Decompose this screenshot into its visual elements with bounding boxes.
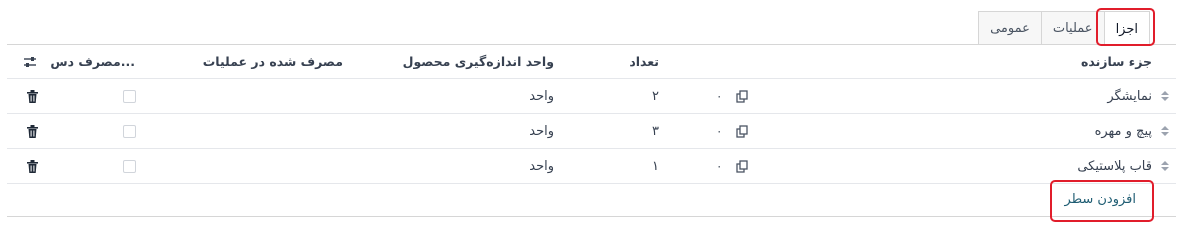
- header-consumed-in-operation[interactable]: مصرف شده در عملیات: [203, 45, 343, 78]
- row-quantity[interactable]: ۱: [652, 149, 659, 183]
- highlight-tab-box: [1096, 8, 1155, 46]
- copy-icon[interactable]: [736, 149, 750, 183]
- table-row[interactable]: قاب پلاستیکی ۰ ۱ واحد: [7, 149, 1176, 184]
- table-row[interactable]: نمایشگر ۰ ۲ واحد: [7, 79, 1176, 114]
- row-uom[interactable]: واحد: [529, 79, 554, 113]
- row-quantity[interactable]: ۲: [652, 79, 659, 113]
- drag-handle-icon[interactable]: [1160, 149, 1170, 183]
- manual-consumption-checkbox[interactable]: [123, 149, 136, 183]
- row-component[interactable]: قاب پلاستیکی: [1077, 149, 1152, 183]
- header-manual-consumption[interactable]: مصرف دس...: [50, 45, 135, 78]
- tab-label: عملیات: [1052, 21, 1093, 36]
- trash-icon[interactable]: [27, 79, 38, 113]
- sliders-icon[interactable]: [23, 45, 37, 78]
- trash-icon[interactable]: [27, 114, 38, 148]
- table-row[interactable]: پیچ و مهره ۰ ۳ واحد: [7, 114, 1176, 149]
- highlight-add-line-box: [1050, 180, 1154, 222]
- row-uom[interactable]: واحد: [529, 149, 554, 183]
- drag-handle-icon[interactable]: [1160, 79, 1170, 113]
- table-header: جزء سازنده تعداد واحد اندازه‌گیری محصول …: [7, 45, 1176, 79]
- tab-general[interactable]: عمومی: [978, 11, 1042, 45]
- row-quantity[interactable]: ۳: [652, 114, 659, 148]
- row-component[interactable]: نمایشگر: [1107, 79, 1152, 113]
- tab-operations[interactable]: عملیات: [1040, 11, 1105, 45]
- row-zero-value: ۰: [716, 89, 723, 103]
- tab-label: عمومی: [990, 21, 1030, 36]
- copy-icon[interactable]: [736, 79, 750, 113]
- header-component[interactable]: جزء سازنده: [1081, 45, 1152, 78]
- header-quantity[interactable]: تعداد: [629, 45, 659, 78]
- trash-icon[interactable]: [27, 149, 38, 183]
- row-uom[interactable]: واحد: [529, 114, 554, 148]
- drag-handle-icon[interactable]: [1160, 114, 1170, 148]
- add-line-row: افزودن سطر: [7, 184, 1176, 217]
- row-component[interactable]: پیچ و مهره: [1095, 114, 1152, 148]
- header-uom[interactable]: واحد اندازه‌گیری محصول: [403, 45, 554, 78]
- manual-consumption-checkbox[interactable]: [123, 114, 136, 148]
- row-zero-value: ۰: [716, 124, 723, 138]
- components-table: جزء سازنده تعداد واحد اندازه‌گیری محصول …: [7, 45, 1176, 217]
- copy-icon[interactable]: [736, 114, 750, 148]
- manual-consumption-checkbox[interactable]: [123, 79, 136, 113]
- row-zero-value: ۰: [716, 159, 723, 173]
